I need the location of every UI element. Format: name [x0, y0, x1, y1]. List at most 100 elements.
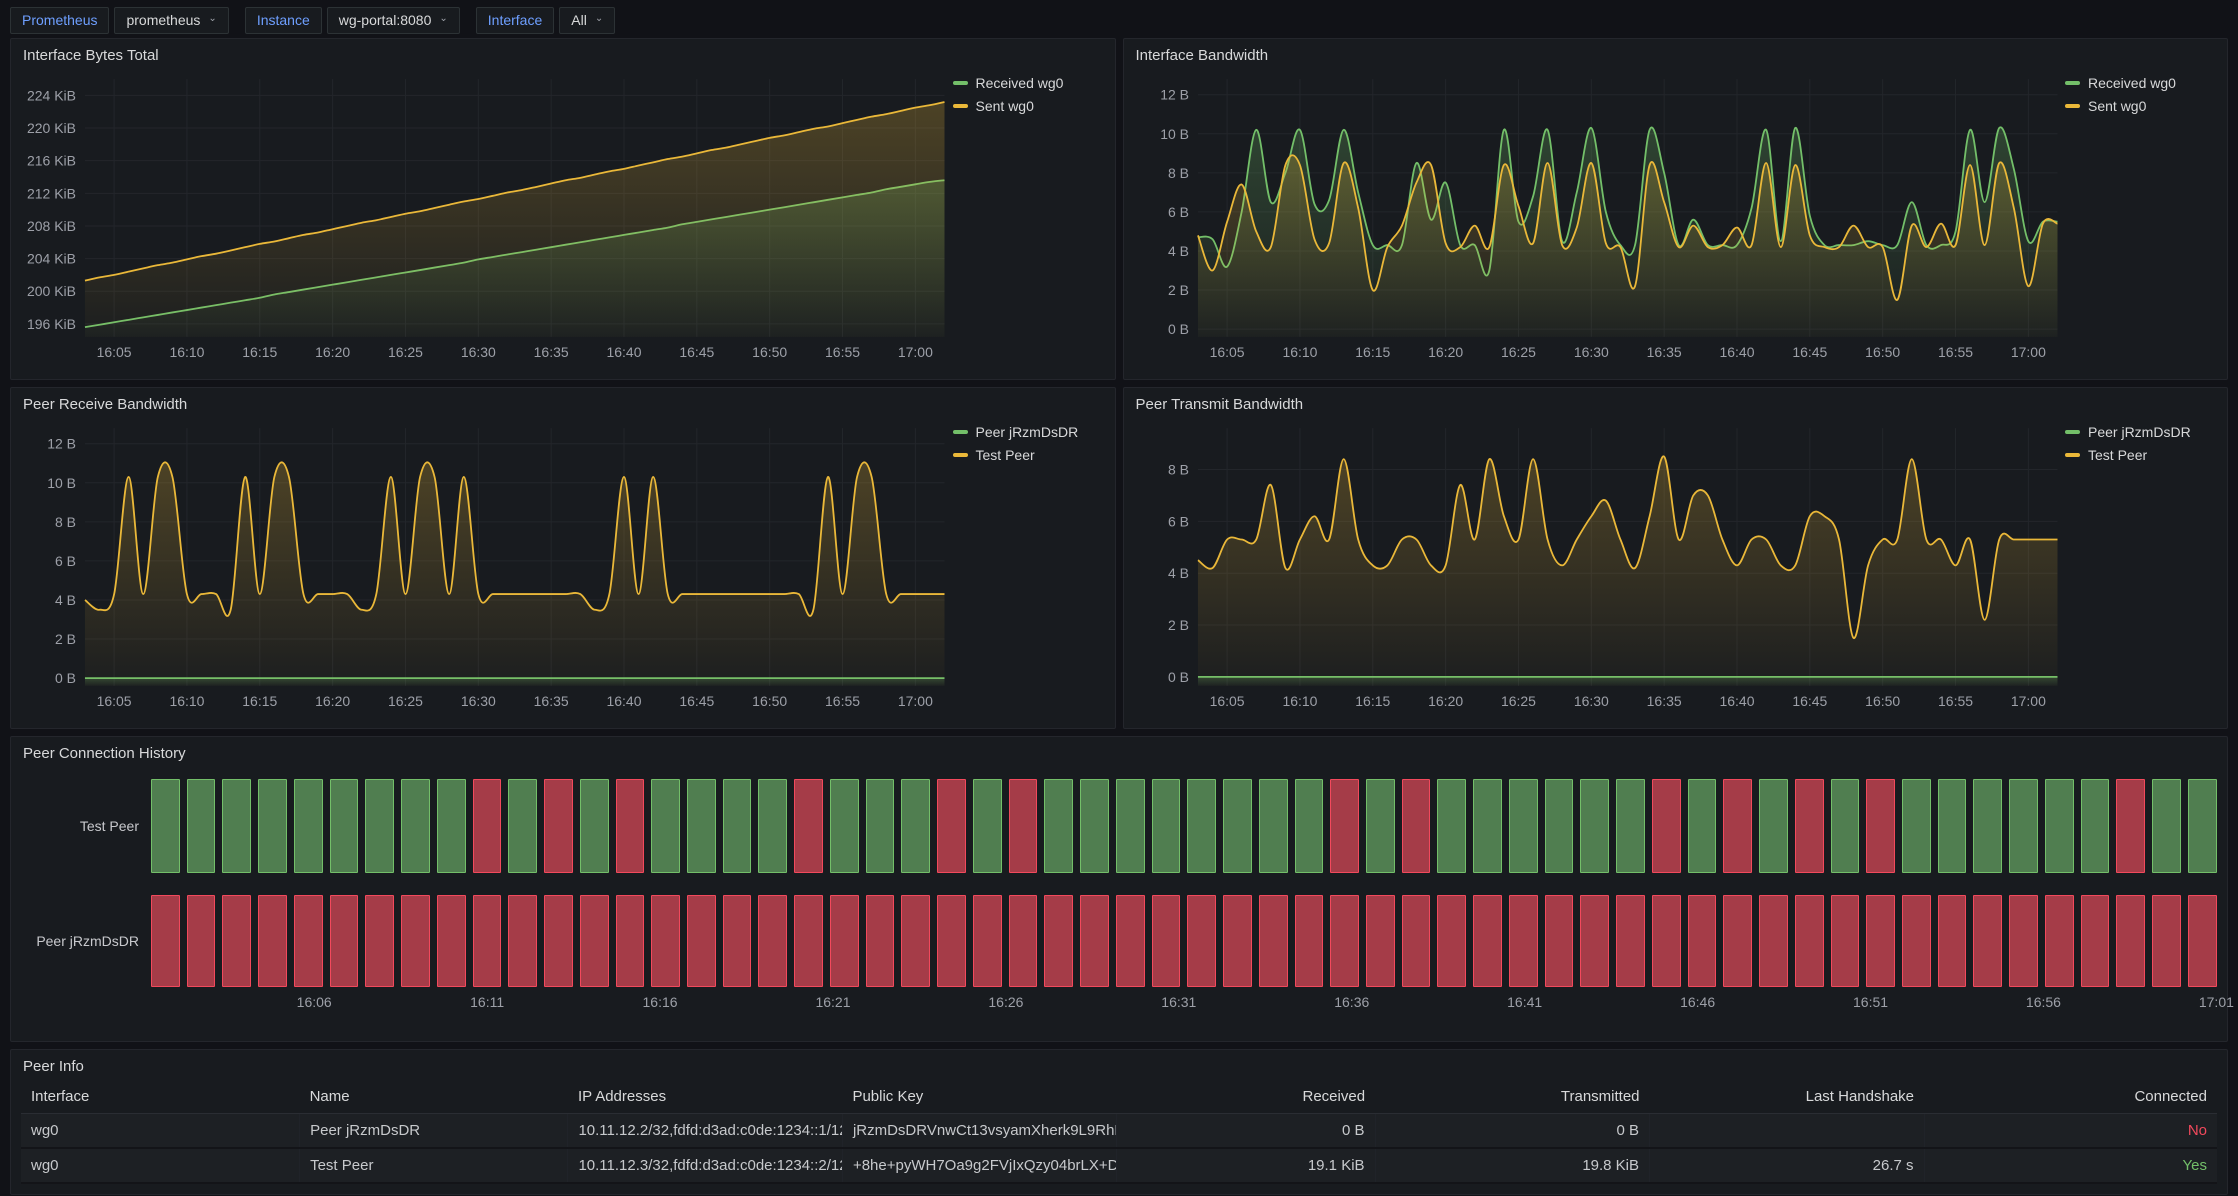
status-bar-disconnected	[2009, 895, 2038, 987]
status-bar-connected	[2081, 779, 2110, 873]
status-bar-connected	[901, 779, 930, 873]
column-header-public-key[interactable]: Public Key	[842, 1080, 1116, 1114]
cell-interface: wg0	[21, 1114, 300, 1149]
axis-tick-label: 17:01	[2199, 994, 2234, 1010]
svg-text:224 KiB: 224 KiB	[27, 87, 76, 103]
svg-text:16:20: 16:20	[1428, 693, 1463, 709]
axis-tick-label: 16:51	[1853, 994, 1888, 1010]
legend-item[interactable]: Peer jRzmDsDR	[953, 424, 1105, 440]
status-bar-disconnected	[1080, 895, 1109, 987]
legend-item[interactable]: Test Peer	[2065, 447, 2217, 463]
svg-text:16:25: 16:25	[388, 344, 423, 360]
svg-text:2 B: 2 B	[1167, 617, 1188, 633]
status-bar-connected	[1152, 779, 1181, 873]
legend: Peer jRzmDsDR Test Peer	[2065, 418, 2217, 714]
status-bar-connected	[723, 779, 752, 873]
var-value-interface-text: All	[571, 12, 587, 28]
status-bar-disconnected	[794, 895, 823, 987]
svg-text:16:05: 16:05	[1209, 344, 1244, 360]
status-bar-connected	[437, 779, 466, 873]
legend-series-swatch	[2065, 81, 2080, 85]
panel-title[interactable]: Peer Transmit Bandwidth	[1134, 395, 2218, 418]
status-bar-connected	[1688, 779, 1717, 873]
legend-item[interactable]: Test Peer	[953, 447, 1105, 463]
svg-text:16:30: 16:30	[1573, 693, 1608, 709]
status-bar-connected	[1223, 779, 1252, 873]
cell-handshake: 26.7 s	[1650, 1148, 1924, 1183]
svg-text:16:40: 16:40	[1719, 344, 1754, 360]
peer-receive-bandwidth-chart[interactable]: 0 B2 B4 B6 B8 B10 B12 B16:0516:1016:1516…	[21, 418, 953, 714]
status-bar-connected	[687, 779, 716, 873]
cell-interface: wg0	[21, 1148, 300, 1183]
panel-title[interactable]: Peer Receive Bandwidth	[21, 395, 1105, 418]
column-header-last-handshake[interactable]: Last Handshake	[1650, 1080, 1924, 1114]
svg-text:16:50: 16:50	[1865, 693, 1900, 709]
legend-item[interactable]: Sent wg0	[2065, 98, 2217, 114]
var-value-prometheus[interactable]: prometheus ⌄	[114, 7, 228, 34]
status-bar-disconnected	[151, 895, 180, 987]
svg-text:16:40: 16:40	[606, 344, 641, 360]
svg-text:16:15: 16:15	[242, 344, 277, 360]
peer-transmit-bandwidth-chart[interactable]: 0 B2 B4 B6 B8 B16:0516:1016:1516:2016:25…	[1134, 418, 2066, 714]
column-header-received[interactable]: Received	[1117, 1080, 1375, 1114]
panel-title[interactable]: Interface Bandwidth	[1134, 46, 2218, 69]
legend-series-swatch	[2065, 104, 2080, 108]
status-bar-connected	[1259, 779, 1288, 873]
status-bar-disconnected	[1437, 895, 1466, 987]
status-bar-connected	[401, 779, 430, 873]
legend-series-label: Sent wg0	[2088, 98, 2146, 114]
status-bar-disconnected	[1831, 895, 1860, 987]
svg-text:16:50: 16:50	[752, 344, 787, 360]
status-bar-disconnected	[365, 895, 394, 987]
status-bar-disconnected	[1723, 779, 1752, 873]
cell-name: Test Peer	[300, 1148, 568, 1183]
variables-toolbar: Prometheus prometheus ⌄ Instance wg-port…	[0, 0, 2238, 36]
status-bar-disconnected	[1330, 779, 1359, 873]
column-header-transmitted[interactable]: Transmitted	[1375, 1080, 1649, 1114]
var-value-instance[interactable]: wg-portal:8080 ⌄	[327, 7, 460, 34]
column-header-ip-addresses[interactable]: IP Addresses	[568, 1080, 842, 1114]
svg-text:220 KiB: 220 KiB	[27, 120, 76, 136]
status-bar-disconnected	[1009, 895, 1038, 987]
status-row-label: Test Peer	[21, 818, 151, 834]
svg-text:16:30: 16:30	[1573, 344, 1608, 360]
svg-text:16:25: 16:25	[388, 693, 423, 709]
panel-title[interactable]: Peer Info	[21, 1057, 2217, 1080]
legend-item[interactable]: Received wg0	[953, 75, 1105, 91]
status-bar-disconnected	[2152, 895, 2181, 987]
var-value-instance-text: wg-portal:8080	[339, 12, 432, 28]
status-bar-disconnected	[830, 895, 859, 987]
status-x-axis: 16:0616:1116:1616:2116:2616:3116:3616:41…	[151, 987, 2217, 1013]
interface-bandwidth-chart[interactable]: 0 B2 B4 B6 B8 B10 B12 B16:0516:1016:1516…	[1134, 69, 2066, 365]
svg-text:216 KiB: 216 KiB	[27, 153, 76, 169]
legend-item[interactable]: Peer jRzmDsDR	[2065, 424, 2217, 440]
status-bar-connected	[258, 779, 287, 873]
status-bar-disconnected	[2045, 895, 2074, 987]
interface-bytes-total-chart[interactable]: 196 KiB200 KiB204 KiB208 KiB212 KiB216 K…	[21, 69, 953, 365]
status-bar-disconnected	[401, 895, 430, 987]
column-header-name[interactable]: Name	[300, 1080, 568, 1114]
status-bar-disconnected	[1652, 895, 1681, 987]
column-header-interface[interactable]: Interface	[21, 1080, 300, 1114]
status-bar-disconnected	[1259, 895, 1288, 987]
status-bar-connected	[330, 779, 359, 873]
status-bar-connected	[1973, 779, 2002, 873]
status-bars[interactable]	[151, 895, 2217, 987]
column-header-connected[interactable]: Connected	[1924, 1080, 2217, 1114]
panel-title[interactable]: Interface Bytes Total	[21, 46, 1105, 69]
var-value-interface[interactable]: All ⌄	[559, 7, 615, 34]
status-bar-disconnected	[1902, 895, 1931, 987]
status-bars[interactable]	[151, 779, 2217, 873]
status-bar-disconnected	[1152, 895, 1181, 987]
cell-pubkey: +8he+pyWH7Oa9g2FVjIxQzy04brLX+D	[842, 1148, 1116, 1183]
legend-item[interactable]: Sent wg0	[953, 98, 1105, 114]
svg-text:16:10: 16:10	[169, 693, 204, 709]
dashboard-grid: Interface Bytes Total 196 KiB200 KiB204 …	[0, 36, 2238, 1195]
status-bar-disconnected	[1938, 895, 1967, 987]
status-bar-connected	[1080, 779, 1109, 873]
legend-item[interactable]: Received wg0	[2065, 75, 2217, 91]
svg-text:16:55: 16:55	[825, 693, 860, 709]
status-history-chart[interactable]: Test PeerPeer jRzmDsDR16:0616:1116:1616:…	[21, 767, 2217, 1013]
panel-title[interactable]: Peer Connection History	[21, 744, 2217, 767]
axis-tick-label: 16:31	[1161, 994, 1196, 1010]
